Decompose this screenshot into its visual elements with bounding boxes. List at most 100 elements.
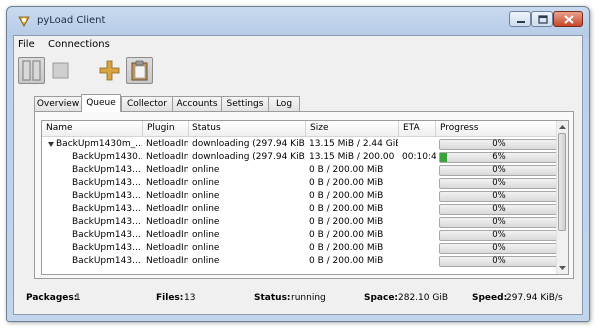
menu-connections[interactable]: Connections: [48, 39, 110, 50]
column-header-size[interactable]: Size: [310, 123, 328, 133]
progress-bar: 0%: [439, 178, 559, 189]
expand-arrow-icon[interactable]: [47, 138, 55, 151]
maximize-button[interactable]: [531, 11, 553, 27]
row-status: online: [192, 217, 220, 227]
row-status: downloading (297.94 KiB/s): [192, 139, 305, 149]
tab-accounts[interactable]: Accounts: [172, 96, 222, 111]
file-row[interactable]: BackUpm143... NetloadIn online 0 B / 200.00…: [42, 177, 559, 190]
row-plugin: NetloadIn: [146, 152, 188, 162]
toolbar: [18, 57, 578, 87]
row-name: BackUpm143...: [72, 243, 141, 253]
file-row[interactable]: BackUpm143... NetloadIn online 0 B / 200.00…: [42, 190, 559, 203]
space-label: Space:: [364, 293, 399, 303]
progress-text: 0%: [492, 165, 506, 175]
row-size: 0 B / 200.00 MiB: [309, 165, 384, 175]
scroll-up-icon[interactable]: [557, 122, 568, 132]
row-size: 0 B / 200.00 MiB: [309, 204, 384, 214]
row-status: online: [192, 256, 220, 266]
close-button[interactable]: [553, 11, 583, 27]
clipboard-button[interactable]: [126, 57, 153, 84]
progress-text: 6%: [492, 152, 506, 162]
column-divider[interactable]: [435, 121, 436, 136]
minimize-button[interactable]: [509, 11, 531, 27]
scrollbar-thumb[interactable]: [558, 133, 566, 231]
column-header-progress[interactable]: Progress: [440, 123, 478, 133]
file-row[interactable]: BackUpm143... NetloadIn online 0 B / 200.00…: [42, 255, 559, 268]
row-status: online: [192, 191, 220, 201]
file-row[interactable]: BackUpm143... NetloadIn online 0 B / 200.00…: [42, 242, 559, 255]
status-label: Status:: [254, 293, 291, 303]
row-size: 0 B / 200.00 MiB: [309, 243, 384, 253]
row-name: BackUpm143...: [72, 165, 141, 175]
vertical-scrollbar[interactable]: [556, 121, 568, 274]
file-row[interactable]: BackUpm143... NetloadIn online 0 B / 200.00…: [42, 164, 559, 177]
row-status: online: [192, 178, 220, 188]
row-size: 0 B / 200.00 MiB: [309, 178, 384, 188]
row-name: BackUpm143...: [72, 204, 141, 214]
progress-bar: 0%: [439, 243, 559, 254]
scroll-down-icon[interactable]: [557, 263, 568, 273]
pause-icon: [22, 60, 41, 81]
row-size: 0 B / 200.00 MiB: [309, 217, 384, 227]
row-status: online: [192, 165, 220, 175]
clipboard-icon: [131, 60, 148, 81]
packages-value: 1: [75, 293, 81, 303]
menu-file[interactable]: File: [18, 39, 35, 50]
tab-settings[interactable]: Settings: [221, 96, 269, 111]
tab-queue[interactable]: Queue: [81, 94, 121, 112]
column-header-name[interactable]: Name: [46, 123, 73, 133]
file-row[interactable]: BackUpm143... NetloadIn online 0 B / 200.00…: [42, 229, 559, 242]
column-divider[interactable]: [305, 121, 306, 136]
space-value: 282.10 GiB: [398, 293, 449, 303]
tab-log[interactable]: Log: [268, 96, 300, 111]
window-title: pyLoad Client: [37, 15, 106, 26]
row-plugin: NetloadIn: [146, 256, 188, 266]
queue-panel: Name Plugin Status Size ETA Progress Bac…: [34, 111, 574, 279]
tab-collector[interactable]: Collector: [121, 96, 173, 111]
column-divider[interactable]: [398, 121, 399, 136]
progress-text: 0%: [492, 204, 506, 214]
row-name: BackUpm143...: [72, 256, 141, 266]
tab-overview[interactable]: Overview: [34, 96, 82, 111]
row-plugin: NetloadIn: [146, 165, 188, 175]
row-plugin: NetloadIn: [146, 217, 188, 227]
queue-list: Name Plugin Status Size ETA Progress Bac…: [41, 120, 569, 275]
package-row[interactable]: BackUpm1430m_... NetloadIn downloading (29…: [42, 138, 559, 151]
file-row[interactable]: BackUpm143... NetloadIn online 0 B / 200.00…: [42, 203, 559, 216]
progress-bar: 0%: [439, 230, 559, 241]
row-plugin: NetloadIn: [146, 178, 188, 188]
status-bar: Packages: 1 Files: 13 Status: running Sp…: [14, 284, 582, 314]
column-divider[interactable]: [142, 121, 143, 136]
file-row[interactable]: BackUpm1430... NetloadIn downloading (297.…: [42, 151, 559, 164]
column-header-plugin[interactable]: Plugin: [147, 123, 175, 133]
row-name: BackUpm1430...: [72, 152, 142, 162]
progress-bar: 0%: [439, 139, 559, 150]
row-name: BackUpm143...: [72, 230, 141, 240]
stop-button[interactable]: [47, 57, 74, 84]
title-bar[interactable]: pyLoad Client: [7, 7, 589, 35]
row-plugin: NetloadIn: [146, 139, 188, 149]
stop-icon: [52, 62, 69, 79]
progress-text: 0%: [492, 139, 506, 149]
queue-header: Name Plugin Status Size ETA Progress: [42, 121, 558, 137]
row-status: downloading (297.94 KiB/s): [192, 152, 305, 162]
row-status: online: [192, 204, 220, 214]
column-header-eta[interactable]: ETA: [403, 123, 420, 133]
progress-bar: 0%: [439, 256, 559, 267]
tab-bar: Overview Queue Collector Accounts Settin…: [34, 94, 574, 112]
maximize-icon: [538, 15, 548, 24]
row-name: BackUpm143...: [72, 178, 141, 188]
row-status: online: [192, 243, 220, 253]
files-value: 13: [184, 293, 196, 303]
progress-text: 0%: [492, 191, 506, 201]
progress-text: 0%: [492, 178, 506, 188]
column-divider[interactable]: [188, 121, 189, 136]
file-row[interactable]: BackUpm143... NetloadIn online 0 B / 200.00…: [42, 216, 559, 229]
packages-label: Packages:: [26, 293, 78, 303]
pause-button[interactable]: [18, 57, 45, 84]
row-plugin: NetloadIn: [146, 243, 188, 253]
column-header-status[interactable]: Status: [192, 123, 221, 133]
client-area: File Connections Overview Queue Collecto…: [13, 35, 583, 315]
add-button[interactable]: [96, 57, 123, 84]
row-eta: 00:10:42: [402, 152, 436, 162]
